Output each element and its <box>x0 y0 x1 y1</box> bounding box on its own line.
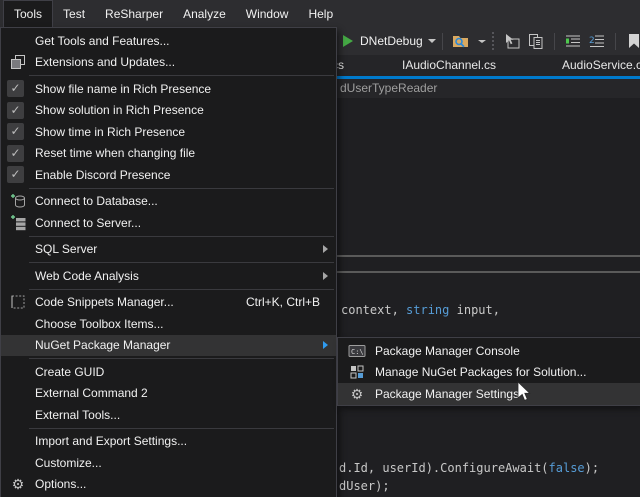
check-icon: ✓ <box>7 80 24 97</box>
menubar-item-test[interactable]: Test <box>53 0 95 27</box>
navigation-bar[interactable]: dUserTypeReader <box>330 79 640 98</box>
menubar-item-help[interactable]: Help <box>298 0 343 27</box>
console-icon: C:\ <box>345 340 369 362</box>
svg-text:2: 2 <box>589 36 595 46</box>
menu-item-code-snippets-manager[interactable]: Code Snippets Manager... Ctrl+K, Ctrl+B <box>1 292 336 314</box>
menu-item-options[interactable]: ⚙ Options... <box>1 474 336 496</box>
menu-item-connect-to-server[interactable]: Connect to Server... <box>1 212 336 234</box>
toolbar-separator <box>442 33 443 50</box>
menubar-item-tools[interactable]: Tools <box>3 0 53 27</box>
vs-window: Tools Test ReSharper Analyze Window Help… <box>0 0 640 497</box>
check-icon: ✓ <box>7 166 24 183</box>
menu-separator <box>29 289 334 290</box>
format-document-icon[interactable] <box>563 31 583 51</box>
menu-separator <box>29 428 334 429</box>
menu-item-nuget-package-manager[interactable]: NuGet Package Manager <box>1 335 336 357</box>
editor-splitter-line <box>333 271 640 273</box>
menubar-item-analyze[interactable]: Analyze <box>173 0 236 27</box>
menu-bar: Tools Test ReSharper Analyze Window Help <box>0 0 640 27</box>
submenu-item-package-manager-settings[interactable]: ⚙ Package Manager Settings <box>338 383 640 405</box>
nuget-submenu: C:\ Package Manager Console Manage NuGet… <box>337 337 640 406</box>
check-icon: ✓ <box>7 145 24 162</box>
menu-item-show-time[interactable]: ✓ Show time in Rich Presence <box>1 121 336 143</box>
submenu-item-package-manager-console[interactable]: C:\ Package Manager Console <box>338 340 640 362</box>
menu-item-sql-server[interactable]: SQL Server <box>1 239 336 261</box>
menu-item-web-code-analysis[interactable]: Web Code Analysis <box>1 265 336 287</box>
code-editor[interactable]: context, string input, gureAwait(false);… <box>330 98 640 497</box>
code-line: context, string input, <box>341 303 500 317</box>
tools-menu: Get Tools and Features... Extensions and… <box>0 27 337 497</box>
menu-item-create-guid[interactable]: Create GUID <box>1 361 336 383</box>
format-selection-icon[interactable]: 2 <box>587 31 607 51</box>
menu-item-customize[interactable]: Customize... <box>1 452 336 474</box>
find-dropdown-chevron-icon[interactable] <box>478 40 486 43</box>
menubar-item-resharper[interactable]: ReSharper <box>95 0 173 27</box>
menu-item-get-tools-and-features[interactable]: Get Tools and Features... <box>1 30 336 52</box>
server-icon <box>6 212 30 234</box>
run-configuration-dropdown[interactable]: DNetDebug <box>360 34 423 48</box>
chevron-down-icon[interactable] <box>428 39 436 43</box>
bookmark-icon[interactable] <box>624 31 640 51</box>
document-tab-strip: cs IAudioChannel.cs AudioService.cs <box>330 55 640 76</box>
menu-item-show-solution[interactable]: ✓ Show solution in Rich Presence <box>1 100 336 122</box>
menu-separator <box>29 358 334 359</box>
svg-text:C:\: C:\ <box>351 348 364 356</box>
menu-item-choose-toolbox-items[interactable]: Choose Toolbox Items... <box>1 313 336 335</box>
menu-item-reset-time[interactable]: ✓ Reset time when changing file <box>1 143 336 165</box>
menu-item-connect-to-database[interactable]: Connect to Database... <box>1 191 336 213</box>
menu-item-import-export-settings[interactable]: Import and Export Settings... <box>1 431 336 453</box>
editor-splitter-line <box>333 255 640 257</box>
menubar-item-window[interactable]: Window <box>236 0 299 27</box>
menu-item-show-file-name[interactable]: ✓ Show file name in Rich Presence <box>1 78 336 100</box>
find-in-files-icon[interactable] <box>451 31 471 51</box>
tab-iaudiochannel[interactable]: IAudioChannel.cs <box>402 58 496 72</box>
copy-lines-icon[interactable] <box>526 31 546 51</box>
manage-packages-icon <box>345 362 369 384</box>
menu-item-external-tools[interactable]: External Tools... <box>1 404 336 426</box>
code-line: dUser); <box>339 479 390 493</box>
toolbar-separator <box>554 33 555 50</box>
menu-separator <box>29 262 334 263</box>
submenu-arrow-icon <box>323 341 328 349</box>
gear-icon: ⚙ <box>345 383 369 405</box>
toolbar-grip[interactable] <box>492 32 494 50</box>
extensions-icon <box>6 52 30 74</box>
menu-item-enable-discord-presence[interactable]: ✓ Enable Discord Presence <box>1 164 336 186</box>
menu-separator <box>29 188 334 189</box>
snippets-icon <box>6 292 30 314</box>
shortcut-label: Ctrl+K, Ctrl+B <box>246 295 320 309</box>
content-right: DNetDebug <box>330 27 640 497</box>
submenu-arrow-icon <box>323 245 328 253</box>
database-icon <box>6 191 30 213</box>
check-icon: ✓ <box>7 102 24 119</box>
check-icon: ✓ <box>7 123 24 140</box>
toolbar-separator <box>615 33 616 50</box>
menu-item-external-command-2[interactable]: External Command 2 <box>1 383 336 405</box>
submenu-arrow-icon <box>323 272 328 280</box>
breadcrumb: dUserTypeReader <box>340 81 437 95</box>
mouse-cursor <box>517 381 533 408</box>
menu-separator <box>29 236 334 237</box>
gear-icon: ⚙ <box>6 474 30 496</box>
start-debug-icon[interactable] <box>338 31 358 51</box>
toolbar: DNetDebug <box>330 27 640 55</box>
code-line: d.Id, userId).ConfigureAwait(false); <box>339 461 599 475</box>
menu-separator <box>29 75 334 76</box>
tab-audioservice[interactable]: AudioService.cs <box>562 58 640 72</box>
navigate-to-icon[interactable] <box>502 31 522 51</box>
menu-item-extensions-and-updates[interactable]: Extensions and Updates... <box>1 52 336 74</box>
submenu-item-manage-nuget-packages[interactable]: Manage NuGet Packages for Solution... <box>338 362 640 384</box>
